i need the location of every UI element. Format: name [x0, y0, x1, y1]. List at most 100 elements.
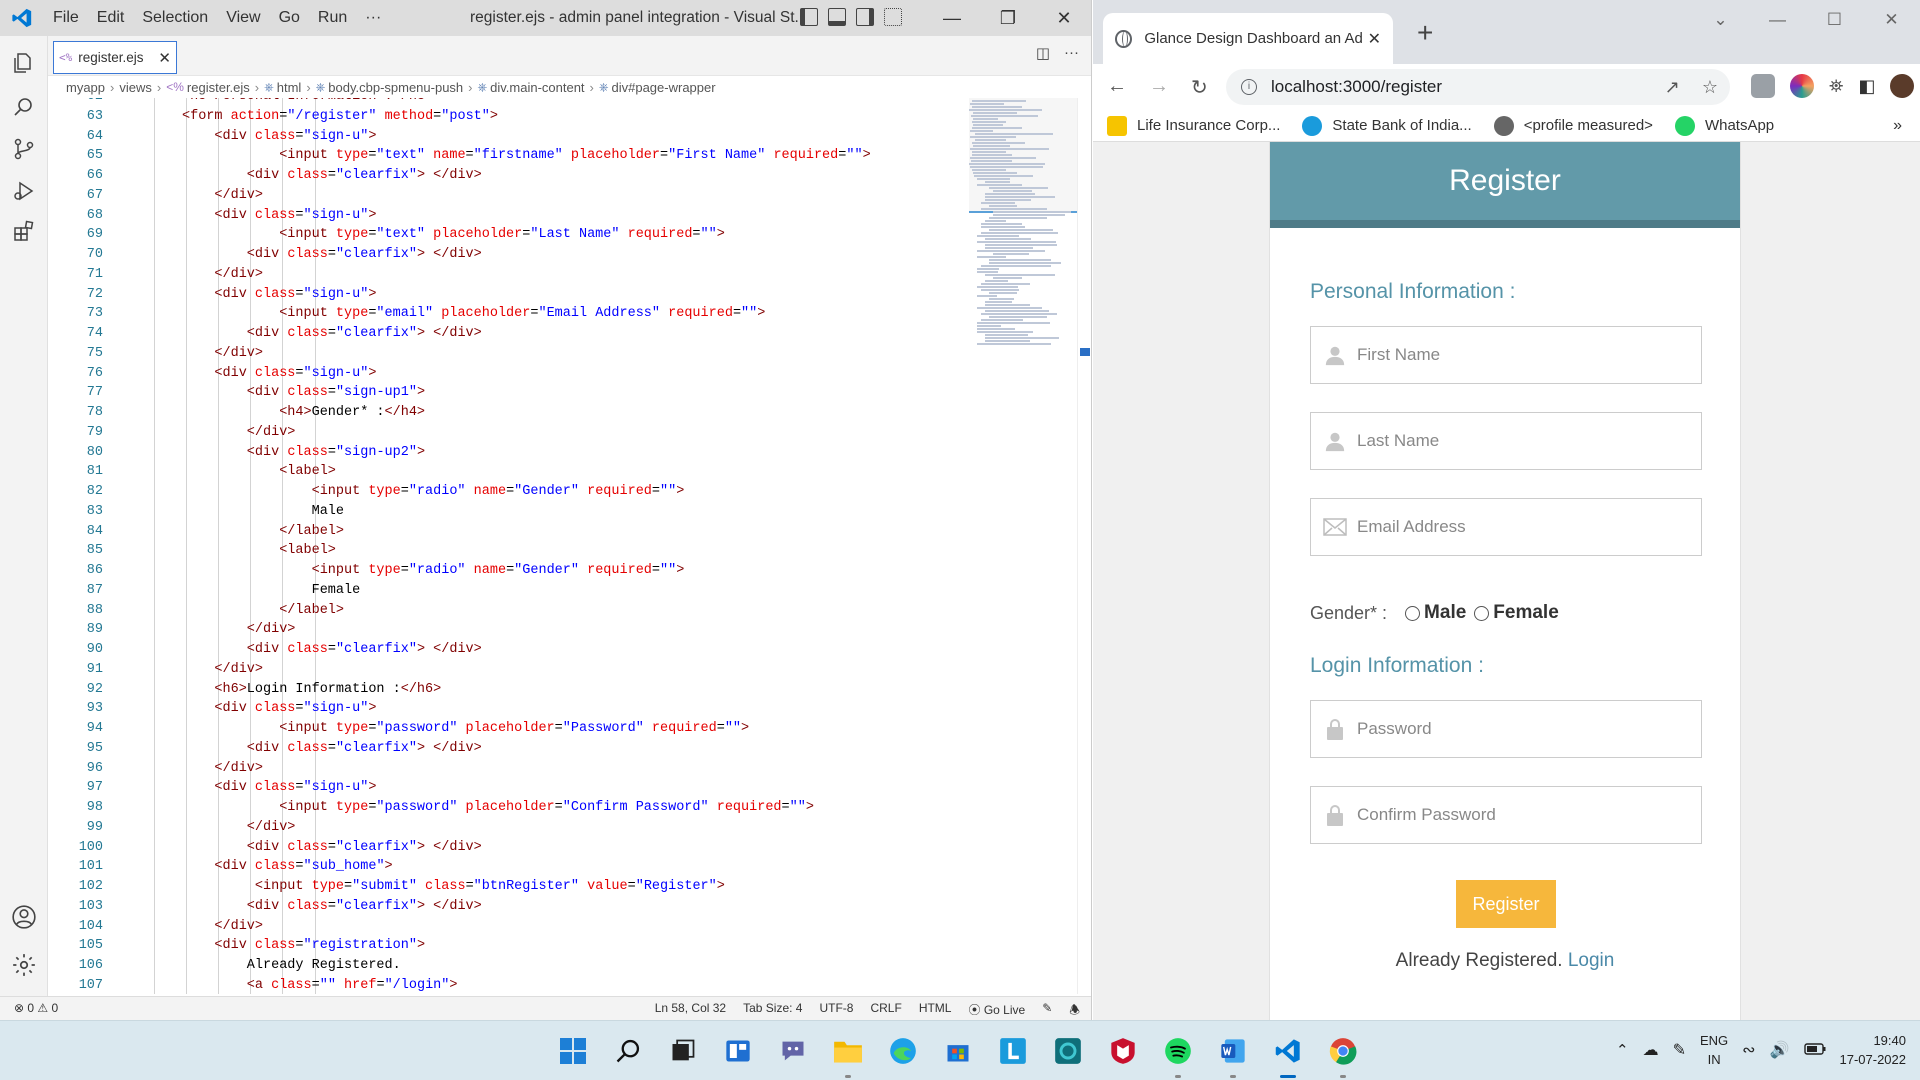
search-icon[interactable] — [9, 92, 39, 122]
maximize-icon[interactable]: ☐ — [1806, 0, 1863, 40]
code-line[interactable]: <label> — [120, 462, 1010, 482]
code-line[interactable]: <input type="submit" class="btnRegister"… — [120, 877, 1010, 897]
site-info-icon[interactable]: i — [1241, 79, 1257, 95]
spotify-icon[interactable] — [1160, 1033, 1196, 1078]
code-line[interactable]: <div class="sign-u"> — [120, 778, 1010, 798]
task-view-icon[interactable] — [665, 1033, 701, 1069]
more-actions-icon[interactable]: ··· — [1064, 44, 1079, 62]
more-bookmarks-icon[interactable]: » — [1893, 117, 1902, 135]
code-line[interactable]: </div> — [120, 344, 1010, 364]
l-app-icon[interactable] — [995, 1033, 1031, 1069]
clock[interactable]: 19:40 17-07-2022 — [1840, 1031, 1907, 1069]
code-line[interactable]: <div class="sign-u"> — [120, 364, 1010, 384]
confirm-password-field[interactable] — [1310, 786, 1702, 844]
male-radio[interactable] — [1405, 605, 1421, 621]
code-line[interactable]: <div class="sign-u"> — [120, 127, 1010, 147]
teal-app-icon[interactable] — [1050, 1033, 1086, 1069]
start-windows-icon[interactable] — [555, 1033, 591, 1069]
microsoft-store-icon[interactable] — [940, 1033, 976, 1069]
show-hidden-icons-chevron-icon[interactable]: ⌃ — [1616, 1041, 1629, 1059]
extensions-puzzle-icon[interactable]: ⛯ — [1829, 76, 1843, 97]
code-area[interactable]: <h5>Personal Information :</h5> <form act… — [120, 98, 1010, 994]
code-line[interactable]: Already Registered. — [120, 956, 1010, 976]
scrollbar-thumb[interactable] — [1080, 348, 1090, 356]
code-line[interactable]: <div class="sign-u"> — [120, 699, 1010, 719]
breadcrumb-item[interactable]: body.cbp-spmenu-push — [328, 80, 463, 95]
code-line[interactable]: </div> — [120, 759, 1010, 779]
bookmark-star-icon[interactable]: ☆ — [1702, 77, 1718, 98]
onedrive-cloud-icon[interactable]: ☁ — [1643, 1040, 1659, 1060]
teams-chat-icon[interactable] — [775, 1033, 811, 1069]
email-input[interactable] — [1357, 517, 1677, 537]
bookmark-lic[interactable]: Life Insurance Corp... — [1107, 115, 1280, 136]
pen-icon[interactable]: ✎ — [1673, 1040, 1686, 1060]
cursor-position[interactable]: Ln 58, Col 32 — [655, 1001, 726, 1020]
code-line[interactable]: <a class="" href="/login"> — [120, 976, 1010, 994]
toggle-secondary-sidebar-icon[interactable] — [856, 8, 874, 26]
minimap[interactable] — [969, 98, 1077, 994]
toggle-panel-icon[interactable] — [828, 8, 846, 26]
code-line[interactable]: <input type="password" placeholder="Conf… — [120, 798, 1010, 818]
confirm-password-input[interactable] — [1357, 805, 1677, 825]
forward-arrow-icon[interactable]: → — [1149, 75, 1169, 100]
minimize-icon[interactable]: — — [924, 0, 980, 36]
source-control-icon[interactable] — [9, 134, 39, 164]
code-line[interactable]: <div class="clearfix"> </div> — [120, 245, 1010, 265]
menu-selection[interactable]: Selection — [133, 0, 217, 36]
code-line[interactable]: <div class="clearfix"> </div> — [120, 166, 1010, 186]
split-editor-icon[interactable]: ◫ — [1036, 44, 1050, 62]
first-name-field[interactable] — [1310, 326, 1702, 384]
code-line[interactable]: <div class="sign-u"> — [120, 285, 1010, 305]
extension-tb-icon[interactable] — [1751, 74, 1775, 98]
code-line[interactable]: <input type="radio" name="Gender" requir… — [120, 482, 1010, 502]
breadcrumb-item[interactable]: html — [277, 80, 302, 95]
male-label[interactable]: Male — [1424, 602, 1466, 624]
edge-icon[interactable] — [885, 1033, 921, 1069]
login-link[interactable]: Login — [1568, 950, 1615, 971]
go-live-button[interactable]: ⦿ Go Live — [968, 1001, 1025, 1020]
code-line[interactable]: <div class="sign-up1"> — [120, 383, 1010, 403]
code-line[interactable]: Female — [120, 581, 1010, 601]
battery-icon[interactable] — [1803, 1042, 1826, 1058]
code-line[interactable]: <input type="text" placeholder="Last Nam… — [120, 225, 1010, 245]
minimize-icon[interactable]: — — [1749, 0, 1806, 40]
code-line[interactable]: <h5>Personal Information :</h5> — [120, 98, 1010, 107]
code-line[interactable]: <div class="sign-up2"> — [120, 443, 1010, 463]
volume-icon[interactable]: 🔊 — [1770, 1040, 1790, 1060]
tab-close-icon[interactable]: ✕ — [1368, 29, 1381, 49]
password-field[interactable] — [1310, 700, 1702, 758]
language-mode[interactable]: HTML — [919, 1001, 952, 1020]
problems-indicator[interactable]: ⊗ 0 ⚠ 0 — [14, 1001, 58, 1015]
code-editor[interactable]: 6263 64 65 66 67 68 69 70 71 72 73 74 75 76 77 78 79 80 81… — [48, 98, 1091, 994]
editor-scrollbar[interactable] — [1077, 98, 1091, 994]
menu-file[interactable]: File — [44, 0, 88, 36]
address-bar[interactable]: i localhost:3000/register ↗ ☆ — [1226, 69, 1730, 105]
word-icon[interactable] — [1215, 1033, 1251, 1078]
code-line[interactable]: </div> — [120, 620, 1010, 640]
vscode-taskbar-icon[interactable] — [1270, 1033, 1306, 1078]
menu-edit[interactable]: Edit — [88, 0, 134, 36]
code-line[interactable]: </div> — [120, 265, 1010, 285]
eol[interactable]: CRLF — [870, 1001, 901, 1020]
code-line[interactable]: <h4>Gender* :</h4> — [120, 403, 1010, 423]
tab-register-ejs[interactable]: <% register.ejs ✕ — [53, 41, 177, 74]
female-label[interactable]: Female — [1493, 602, 1558, 624]
url-text[interactable]: localhost:3000/register — [1271, 77, 1442, 97]
tab-size[interactable]: Tab Size: 4 — [743, 1001, 802, 1020]
code-line[interactable]: </div> — [120, 818, 1010, 838]
code-line[interactable]: <div class="clearfix"> </div> — [120, 838, 1010, 858]
breadcrumb-item[interactable]: div#page-wrapper — [612, 80, 716, 95]
language-indicator[interactable]: ENG IN — [1700, 1031, 1728, 1069]
bookmark-profile[interactable]: <profile measured> — [1493, 115, 1653, 136]
code-line[interactable]: </div> — [120, 660, 1010, 680]
register-button[interactable]: Register — [1456, 880, 1556, 928]
password-input[interactable] — [1357, 719, 1677, 739]
taskbar-search-icon[interactable] — [610, 1033, 646, 1069]
close-icon[interactable]: ✕ — [1863, 0, 1920, 40]
run-debug-icon[interactable] — [9, 176, 39, 206]
mcafee-icon[interactable] — [1105, 1033, 1141, 1069]
widgets-icon[interactable] — [720, 1033, 756, 1069]
back-arrow-icon[interactable]: ← — [1107, 75, 1127, 100]
female-radio[interactable] — [1474, 605, 1490, 621]
reload-icon[interactable]: ↻ — [1191, 75, 1208, 100]
